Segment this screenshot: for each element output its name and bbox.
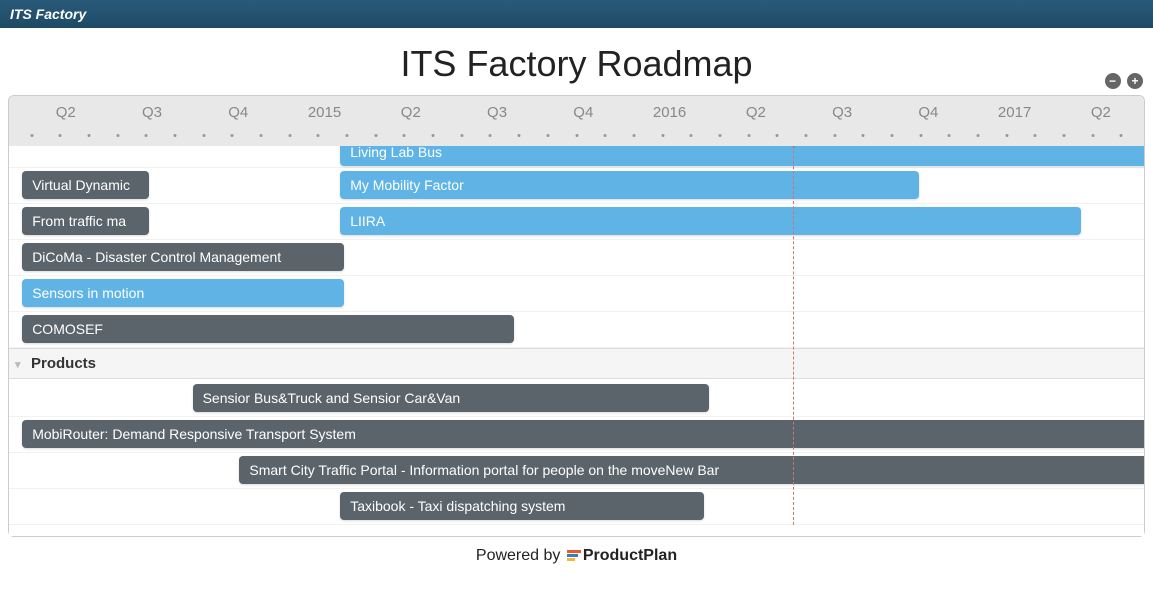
app-brand: ITS Factory <box>10 6 86 22</box>
timeline-tick <box>174 134 177 137</box>
timeline-label: Q4 <box>228 104 248 121</box>
timeline-tick <box>661 134 664 137</box>
timeline-label: Q3 <box>142 104 162 121</box>
timeline-tick <box>317 134 320 137</box>
roadmap-bar[interactable]: Sensors in motion <box>22 279 344 307</box>
timeline-tick <box>632 134 635 137</box>
lane-top-group: Living Lab Bus Virtual Dynamic My Mobility… <box>9 146 1144 348</box>
timeline-tick <box>403 134 406 137</box>
roadmap-bar[interactable]: My Mobility Factor <box>340 171 918 199</box>
timeline-tick <box>231 134 234 137</box>
lane-row: Smart City Traffic Portal - Information … <box>9 453 1144 489</box>
chevron-down-icon: ▾ <box>15 358 21 371</box>
title-row: ITS Factory Roadmap − + <box>0 28 1153 95</box>
timeline-label: Q2 <box>56 104 76 121</box>
timeline-tick <box>575 134 578 137</box>
timeline-tick <box>260 134 263 137</box>
timeline-tick <box>948 134 951 137</box>
timeline-tick <box>804 134 807 137</box>
timeline-tick <box>59 134 62 137</box>
timeline-tick <box>1034 134 1037 137</box>
timeline-label: 2017 <box>998 104 1031 121</box>
lane-row: DiCoMa - Disaster Control Management <box>9 240 1144 276</box>
lane-row: Taxibook - Taxi dispatching system <box>9 489 1144 525</box>
roadmap-bar[interactable]: DiCoMa - Disaster Control Management <box>22 243 344 271</box>
timeline-label: Q3 <box>487 104 507 121</box>
timeline-tick <box>976 134 979 137</box>
timeline-tick <box>460 134 463 137</box>
timeline-tick <box>776 134 779 137</box>
timeline-label: Q2 <box>401 104 421 121</box>
timeline-label: Q4 <box>573 104 593 121</box>
today-marker-icon <box>788 146 800 148</box>
timeline-tick <box>30 134 33 137</box>
timeline-label: 2015 <box>308 104 341 121</box>
productplan-brand[interactable]: ProductPlan <box>583 547 677 564</box>
timeline-tick <box>202 134 205 137</box>
timeline-tick <box>145 134 148 137</box>
timeline-tick <box>718 134 721 137</box>
timeline-tick <box>862 134 865 137</box>
timeline-label: Q3 <box>832 104 852 121</box>
zoom-controls: − + <box>1103 72 1143 90</box>
timeline-tick <box>690 134 693 137</box>
roadmap-bar[interactable]: Living Lab Bus <box>340 146 1144 166</box>
timeline-tick <box>747 134 750 137</box>
lane-row: Virtual Dynamic My Mobility Factor <box>9 168 1144 204</box>
timeline-tick <box>1091 134 1094 137</box>
timeline-tick <box>432 134 435 137</box>
powered-by-label: Powered by <box>476 547 561 564</box>
roadmap-bar[interactable]: From traffic ma <box>22 207 149 235</box>
roadmap-bar[interactable]: Taxibook - Taxi dispatching system <box>340 492 704 520</box>
timeline-tick <box>1120 134 1123 137</box>
timeline-tick <box>1062 134 1065 137</box>
roadmap-bar[interactable]: Smart City Traffic Portal - Information … <box>239 456 1144 484</box>
productplan-logo-icon <box>567 550 581 562</box>
timeline-label: 2016 <box>653 104 686 121</box>
zoom-in-button[interactable]: + <box>1127 73 1143 89</box>
timeline-tick <box>346 134 349 137</box>
lane-row: Living Lab Bus <box>9 148 1144 168</box>
chart-scroll-area[interactable]: Living Lab Bus Virtual Dynamic My Mobility… <box>9 146 1144 536</box>
roadmap-bar[interactable]: Sensior Bus&Truck and Sensior Car&Van <box>193 384 709 412</box>
timeline-tick <box>1005 134 1008 137</box>
footer: Powered by ProductPlan <box>0 537 1153 575</box>
timeline-tick <box>518 134 521 137</box>
timeline-tick <box>546 134 549 137</box>
timeline-tick <box>604 134 607 137</box>
section-header-products[interactable]: ▾ Products <box>9 348 1144 379</box>
roadmap-bar[interactable]: COMOSEF <box>22 315 514 343</box>
page-title: ITS Factory Roadmap <box>0 43 1153 85</box>
timeline-tick <box>288 134 291 137</box>
timeline-tick <box>919 134 922 137</box>
timeline-tick <box>374 134 377 137</box>
section-label: Products <box>31 355 96 372</box>
lane-row: Sensior Bus&Truck and Sensior Car&Van <box>9 381 1144 417</box>
roadmap-bar[interactable]: MobiRouter: Demand Responsive Transport … <box>22 420 1144 448</box>
lane-row: MobiRouter: Demand Responsive Transport … <box>9 417 1144 453</box>
zoom-out-button[interactable]: − <box>1105 73 1121 89</box>
roadmap-container: Q2 Q3 Q4 2015 Q2 Q3 Q4 2016 Q2 Q3 Q4 2017 Q2 Living … <box>8 95 1145 537</box>
roadmap-bar[interactable]: LIIRA <box>340 207 1080 235</box>
timeline-label: Q4 <box>918 104 938 121</box>
timeline-label: Q2 <box>1091 104 1111 121</box>
today-marker-line <box>793 146 794 525</box>
lane-row: From traffic ma LIIRA <box>9 204 1144 240</box>
lane-products-group: Sensior Bus&Truck and Sensior Car&Van Mob… <box>9 379 1144 525</box>
timeline-tick <box>890 134 893 137</box>
timeline-label: Q2 <box>746 104 766 121</box>
timeline-tick <box>489 134 492 137</box>
timeline-header: Q2 Q3 Q4 2015 Q2 Q3 Q4 2016 Q2 Q3 Q4 2017 Q2 <box>9 96 1144 146</box>
timeline-tick <box>116 134 119 137</box>
timeline-tick <box>88 134 91 137</box>
lane-row: COMOSEF <box>9 312 1144 348</box>
lane-row: Sensors in motion <box>9 276 1144 312</box>
app-header: ITS Factory <box>0 0 1153 28</box>
roadmap-bar[interactable]: Virtual Dynamic <box>22 171 149 199</box>
timeline-tick <box>833 134 836 137</box>
